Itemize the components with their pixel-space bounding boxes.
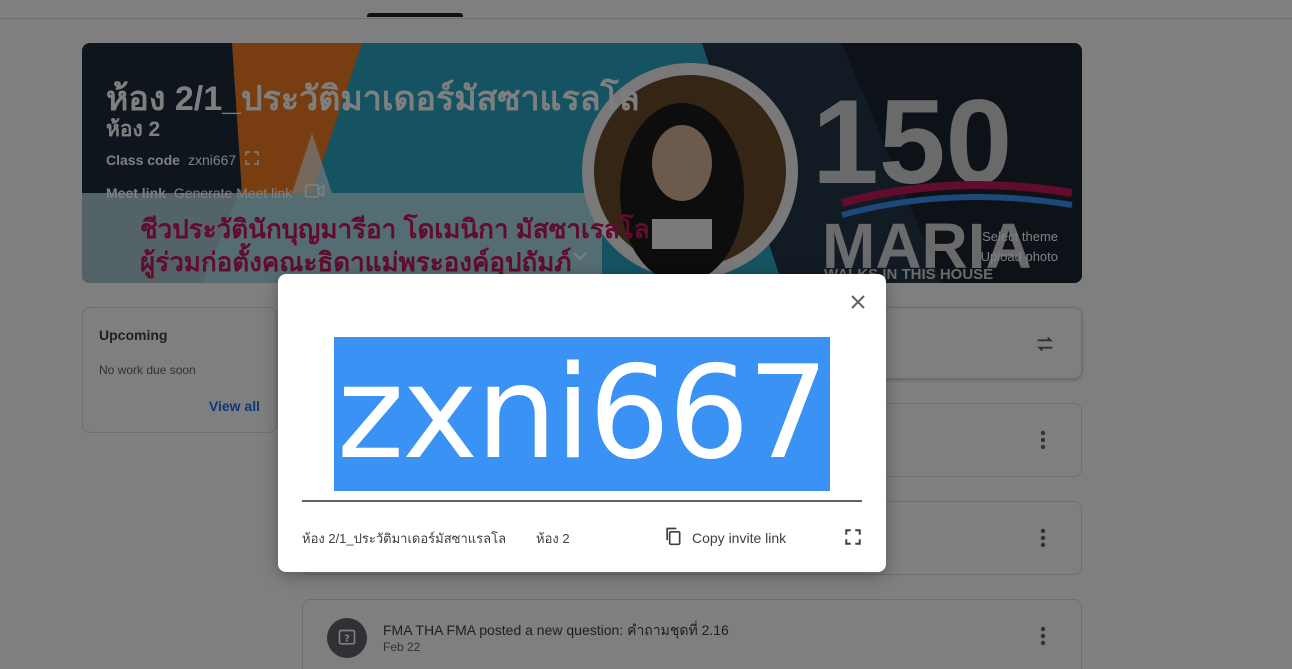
class-code-dialog: zxni667 ห้อง 2/1_ประวัติมาเดอร์มัสซาแรลโ… — [278, 274, 886, 572]
copy-icon — [663, 526, 683, 549]
dialog-class-name: ห้อง 2/1_ประวัติมาเดอร์มัสซาแรลโล — [302, 531, 507, 546]
dialog-section: ห้อง 2 — [536, 531, 570, 546]
close-icon[interactable] — [846, 290, 870, 314]
class-code-display: zxni667 — [302, 337, 862, 502]
copy-invite-link-label: Copy invite link — [692, 529, 787, 546]
copy-invite-link-button[interactable]: Copy invite link — [663, 526, 786, 549]
fullscreen-icon[interactable] — [844, 528, 862, 546]
class-code-text[interactable]: zxni667 — [334, 337, 830, 491]
